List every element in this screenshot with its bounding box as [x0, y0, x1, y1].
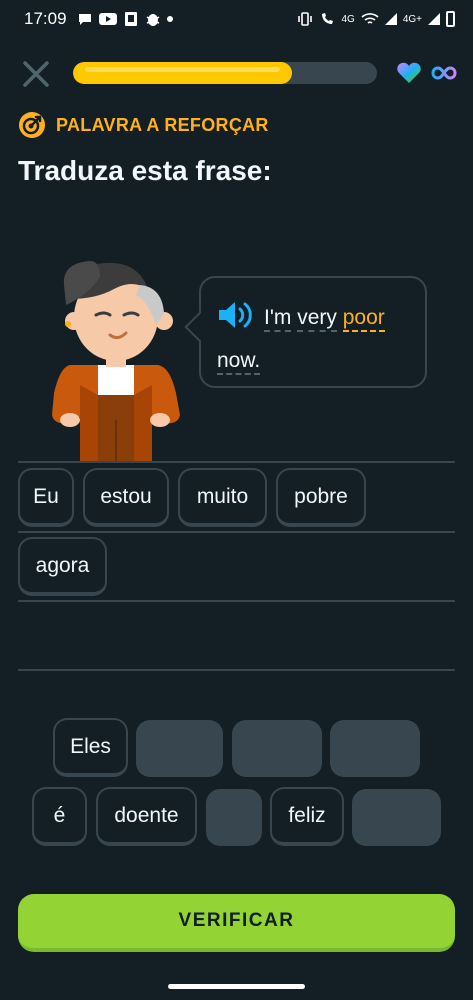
- word-bank-chip[interactable]: Eles: [53, 718, 128, 777]
- app-icon: [124, 12, 137, 26]
- verify-label: VERIFICAR: [178, 910, 295, 931]
- close-icon[interactable]: [20, 58, 52, 90]
- character-illustration: [52, 261, 180, 461]
- answer-line: [18, 669, 455, 671]
- prompt-word[interactable]: very: [297, 306, 337, 332]
- bug-icon: [146, 14, 159, 26]
- answer-chip[interactable]: agora: [18, 537, 107, 596]
- prompt-word[interactable]: I'm: [264, 306, 292, 332]
- speech-bubble: I'm very poor now.: [184, 276, 427, 388]
- answer-line: [18, 531, 455, 533]
- word-bank-chip[interactable]: feliz: [270, 787, 344, 846]
- word-bank-chip[interactable]: doente: [96, 787, 197, 846]
- verify-button[interactable]: VERIFICAR: [18, 894, 455, 952]
- answer-chip[interactable]: pobre: [276, 468, 366, 527]
- dot-icon: [166, 16, 173, 22]
- word-bank-empty-slot: [206, 789, 262, 846]
- youtube-icon: [98, 13, 117, 25]
- word-bank-empty-slot: [352, 789, 441, 846]
- message-icon: [78, 14, 91, 25]
- word-bank-empty-slot: [136, 720, 223, 777]
- net-label-1: 4G: [341, 13, 355, 25]
- signal-icon: [384, 13, 397, 25]
- signal-4g-icon: [428, 13, 440, 25]
- prompt-sentence: I'm very poor now.: [217, 296, 417, 382]
- target-icon: [19, 112, 45, 138]
- review-word-tag: PALAVRA A REFORÇAR: [18, 111, 269, 139]
- gem-heart-icon[interactable]: [396, 61, 422, 85]
- status-time: 17:09: [24, 9, 67, 28]
- net-label-2: 4G+: [402, 13, 422, 25]
- answer-chip[interactable]: Eu: [18, 468, 74, 527]
- lesson-progress-bar: [73, 62, 377, 84]
- wifi-call-icon: [322, 13, 334, 24]
- tag-label: PALAVRA A REFORÇAR: [56, 114, 269, 135]
- battery-icon: [446, 11, 455, 27]
- answer-line: [18, 600, 455, 602]
- word-bank-chip[interactable]: é: [32, 787, 87, 846]
- page-title: Traduza esta frase:: [18, 155, 272, 186]
- answer-chip[interactable]: estou: [83, 468, 169, 527]
- vibrate-icon: [298, 12, 313, 26]
- answer-chip[interactable]: muito: [178, 468, 267, 527]
- prompt-word-highlighted[interactable]: poor: [342, 306, 385, 332]
- home-indicator[interactable]: [168, 984, 305, 989]
- wifi-off-icon: [361, 13, 379, 24]
- answer-line: [18, 461, 455, 463]
- word-bank-empty-slot: [232, 720, 322, 777]
- notification-icons: [77, 11, 173, 27]
- status-bar: 17:09 4G 4G+: [0, 0, 473, 38]
- infinity-icon: [431, 66, 457, 80]
- prompt-word[interactable]: now.: [217, 349, 261, 375]
- system-icons: 4G 4G+: [297, 11, 455, 27]
- progress-shine: [85, 67, 280, 72]
- progress-fill: [73, 62, 292, 84]
- word-bank-empty-slot: [330, 720, 420, 777]
- lesson-top-bar: [0, 52, 473, 92]
